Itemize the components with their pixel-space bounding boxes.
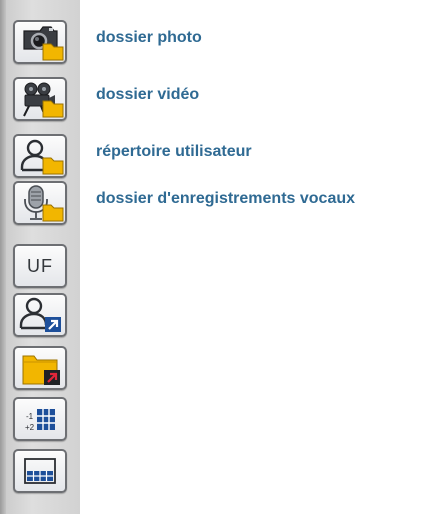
grid-view-button[interactable] <box>13 449 67 493</box>
numbered-list-icon: -1 +2 <box>25 409 55 432</box>
photo-folder-icon <box>23 26 64 61</box>
svg-text:-1: -1 <box>26 412 34 421</box>
voice-recordings-folder-button[interactable] <box>13 181 67 225</box>
folder-shortcut-icon <box>22 355 60 385</box>
video-folder-button[interactable] <box>13 77 67 121</box>
uf-button[interactable]: UF <box>13 244 67 288</box>
user-directory-label: répertoire utilisateur <box>96 143 252 160</box>
uf-icon: UF <box>27 255 53 276</box>
voice-recordings-folder-icon <box>24 185 64 222</box>
user-directory-button[interactable] <box>13 134 67 178</box>
photo-folder-button[interactable] <box>13 20 67 64</box>
video-folder-label: dossier vidéo <box>96 86 200 103</box>
video-folder-icon <box>23 82 64 118</box>
voice-recordings-folder-label: dossier d'enregistrements vocaux <box>96 190 356 207</box>
folder-shortcut-button[interactable] <box>13 346 67 390</box>
numbered-list-button[interactable]: -1 +2 <box>13 397 67 441</box>
toolbar-edge <box>0 0 6 514</box>
user-directory-icon <box>20 139 64 175</box>
grid-view-icon <box>24 458 56 484</box>
user-shortcut-button[interactable] <box>13 293 67 337</box>
photo-folder-label: dossier photo <box>96 29 202 46</box>
svg-text:+2: +2 <box>25 423 35 432</box>
user-shortcut-icon <box>19 297 61 332</box>
